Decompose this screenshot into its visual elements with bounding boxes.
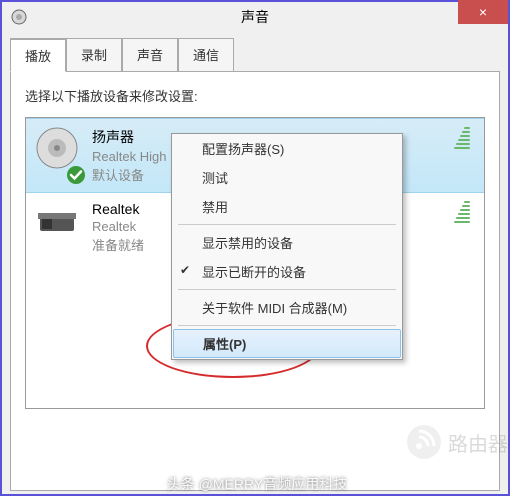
window-title: 声音 [241,7,269,27]
menu-show-disabled[interactable]: 显示禁用的设备 [172,228,402,257]
check-icon: ✔ [180,263,190,277]
close-icon: × [479,4,487,20]
menu-separator [178,289,396,290]
instruction-text: 选择以下播放设备来修改设置: [25,86,485,105]
close-button[interactable]: × [458,0,508,24]
level-meter [454,201,470,223]
speaker-icon [36,127,78,169]
menu-separator [178,325,396,326]
menu-configure-speakers[interactable]: 配置扬声器(S) [172,134,402,163]
menu-test[interactable]: 测试 [172,163,402,192]
tab-sounds[interactable]: 声音 [122,38,178,72]
sound-dialog: 声音 × 播放 录制 声音 通信 选择以下播放设备来修改设置: [0,0,510,496]
tab-strip: 播放 录制 声音 通信 [2,32,508,72]
app-icon [10,8,28,26]
watermark-footer: 头条 @MERRY音频应用科技 [0,474,514,494]
menu-about-midi[interactable]: 关于软件 MIDI 合成器(M) [172,293,402,322]
digital-out-icon [36,201,78,243]
tab-communications[interactable]: 通信 [178,38,234,72]
tab-recording[interactable]: 录制 [66,38,122,72]
watermark-logo: 路由器 [406,424,508,460]
context-menu: 配置扬声器(S) 测试 禁用 显示禁用的设备 ✔ 显示已断开的设备 关于软件 M… [171,133,403,360]
tab-playback[interactable]: 播放 [10,38,66,72]
level-meter [454,127,470,149]
menu-properties[interactable]: 属性(P) [173,329,401,358]
menu-separator [178,224,396,225]
menu-show-disconnected[interactable]: ✔ 显示已断开的设备 [172,257,402,286]
menu-disable[interactable]: 禁用 [172,192,402,221]
device-list[interactable]: 扬声器 Realtek High Definition Audio 默认设备 [25,117,485,409]
titlebar: 声音 × [2,2,508,32]
default-check-icon [66,165,86,185]
